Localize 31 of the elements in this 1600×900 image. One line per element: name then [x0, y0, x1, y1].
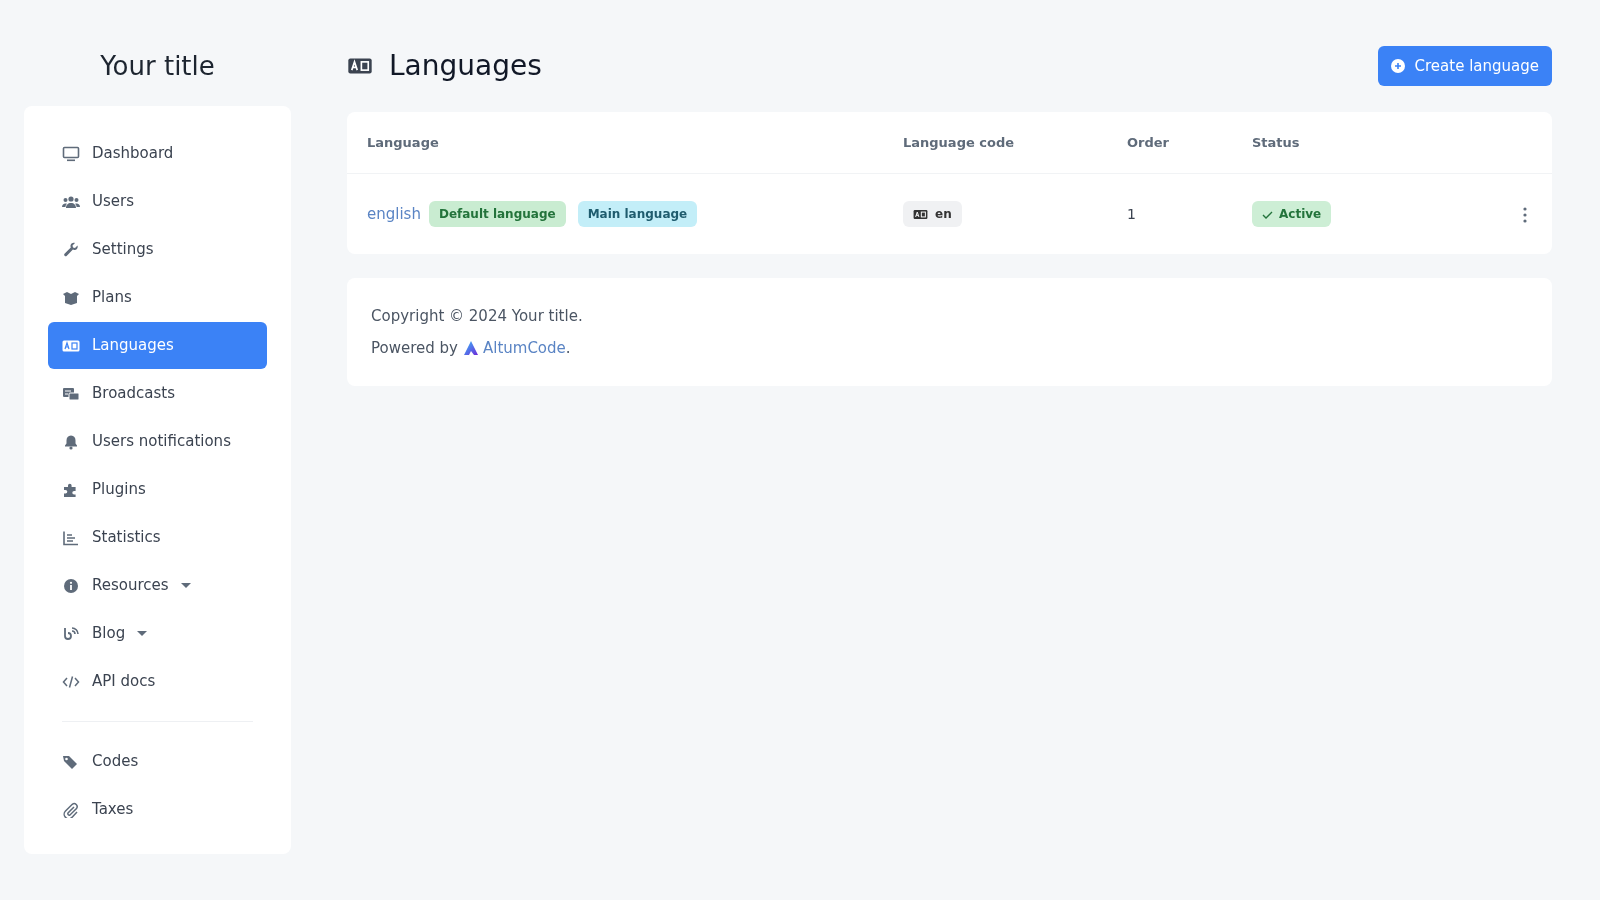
- column-header: Language: [367, 133, 439, 152]
- order-value: 1: [1127, 205, 1136, 222]
- sidebar-item[interactable]: Plugins: [48, 466, 267, 513]
- status-tag: Active: [1252, 201, 1332, 227]
- page-title: Languages: [389, 49, 542, 83]
- sidebar-item[interactable]: API docs: [48, 658, 267, 705]
- sidebar-item[interactable]: Taxes: [48, 786, 267, 833]
- sidebar-item[interactable]: Settings: [48, 226, 267, 273]
- sidebar-item[interactable]: Dashboard: [48, 130, 267, 177]
- column-header: Status: [1252, 133, 1300, 152]
- altumcode-link[interactable]: AltumCode: [482, 332, 566, 364]
- powered-by-text: Powered by: [371, 338, 458, 359]
- language-tag: Default language: [428, 201, 566, 227]
- sidebar-title: Your title: [99, 50, 216, 83]
- sidebar-item[interactable]: Plans: [48, 274, 267, 321]
- column-header: Language code: [903, 133, 1015, 152]
- column-header: Order: [1127, 133, 1169, 152]
- sidebar-item[interactable]: Broadcasts: [48, 370, 267, 417]
- copyright-text: Copyright © 2024 Your title.: [371, 306, 584, 327]
- sidebar-item[interactable]: Blog: [48, 610, 267, 657]
- create-button[interactable]: Create language: [1377, 45, 1552, 87]
- sidebar-item[interactable]: Codes: [48, 738, 267, 785]
- sidebar-item[interactable]: Resources: [48, 562, 267, 609]
- language-tag: Main language: [577, 201, 698, 227]
- language-code-tag: en: [903, 201, 962, 227]
- period-text: .: [565, 338, 571, 359]
- language-link[interactable]: english: [367, 202, 421, 226]
- sidebar-item[interactable]: Statistics: [48, 514, 267, 561]
- sidebar-item[interactable]: Languages: [48, 322, 267, 369]
- sidebar-item[interactable]: Users notifications: [48, 418, 267, 465]
- sidebar-item[interactable]: Users: [48, 178, 267, 225]
